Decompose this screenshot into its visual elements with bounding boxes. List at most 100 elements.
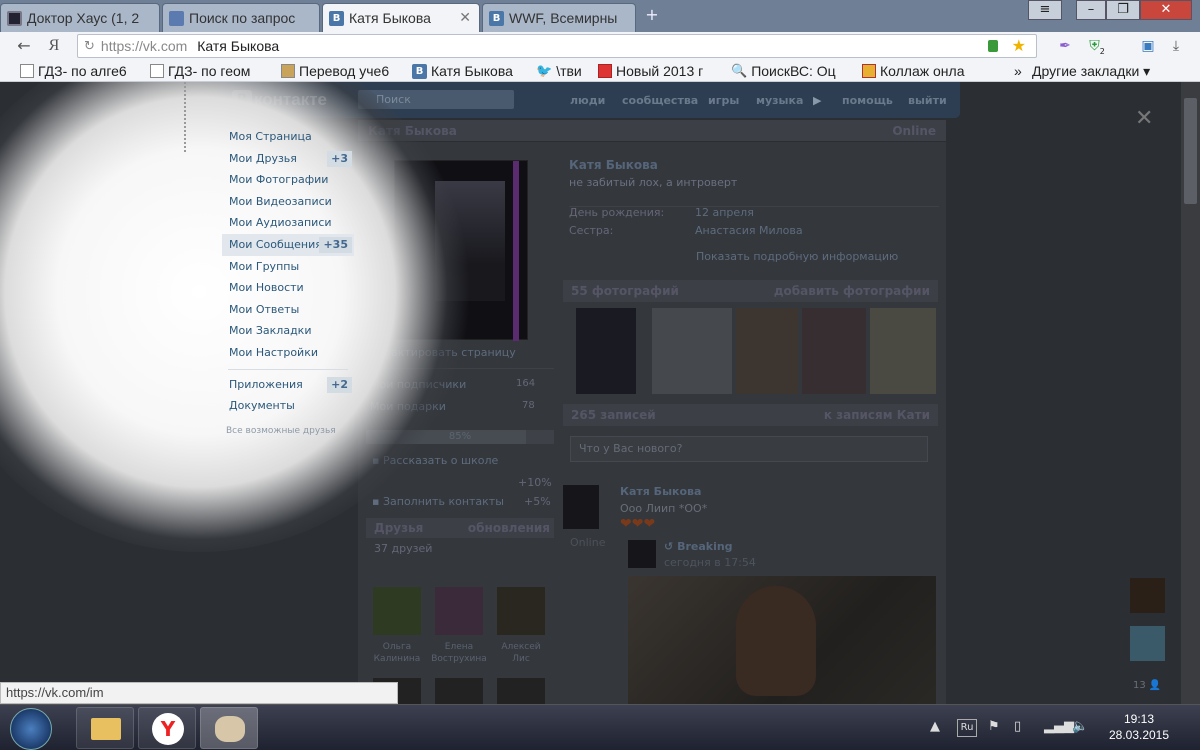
friend-name[interactable]: Елена Вострухина bbox=[427, 641, 491, 665]
tab-wwf[interactable]: В WWF, Всемирны bbox=[482, 3, 636, 32]
profile-avatar[interactable] bbox=[394, 160, 528, 341]
photo-thumb[interactable] bbox=[870, 308, 936, 394]
gifts-link[interactable]: Мои подарки bbox=[370, 400, 446, 413]
friend-avatar[interactable] bbox=[435, 678, 483, 704]
tab-search[interactable]: Поиск по запрос bbox=[162, 3, 320, 32]
signal-icon[interactable]: ▂▄▆ bbox=[1044, 719, 1074, 734]
close-window-button[interactable]: ✕ bbox=[1140, 0, 1192, 20]
profile-status[interactable]: не забитый лох, а интроверт bbox=[569, 176, 737, 189]
new-tab-button[interactable]: + bbox=[641, 6, 663, 24]
nav-people[interactable]: люди bbox=[570, 94, 605, 107]
system-clock[interactable]: 19:13 28.03.2015 bbox=[1108, 711, 1170, 743]
nav-arrow-icon[interactable]: ▶ bbox=[813, 94, 821, 107]
photo-thumb[interactable] bbox=[652, 308, 732, 394]
post-author-avatar[interactable] bbox=[563, 485, 599, 529]
sidebar-item[interactable]: Мои Аудиозаписи bbox=[222, 212, 354, 234]
nav-help[interactable]: помощь bbox=[842, 94, 893, 107]
scrollbar[interactable] bbox=[1181, 82, 1200, 704]
friend-name[interactable]: Алексей Лис bbox=[489, 641, 553, 665]
sidebar-item[interactable]: Мои Фотографии bbox=[222, 169, 354, 191]
friends-title[interactable]: Друзья bbox=[374, 521, 423, 535]
feather-icon[interactable]: ✒ bbox=[1055, 36, 1075, 56]
battery-icon[interactable]: ▯ bbox=[1014, 719, 1021, 734]
bookmark-item[interactable]: 🔍 ПоискВС: Оц bbox=[731, 62, 851, 80]
scrollbar-thumb[interactable] bbox=[1184, 98, 1197, 204]
repost-avatar[interactable] bbox=[628, 540, 656, 568]
friend-avatar[interactable] bbox=[497, 678, 545, 704]
bookmark-item[interactable]: Новый 2013 г bbox=[598, 62, 720, 80]
sidebar-item[interactable]: Мои Закладки bbox=[222, 320, 354, 342]
sidebar-item[interactable]: Мои Сообщения +35 bbox=[222, 233, 354, 256]
sidebar-item[interactable]: Мои Настройки bbox=[222, 342, 354, 364]
photo-thumb[interactable] bbox=[576, 308, 636, 394]
friend-name[interactable]: Ольга Калинина bbox=[365, 641, 429, 665]
sidebar-count-badge[interactable]: +35 bbox=[319, 236, 352, 253]
post-author[interactable]: Катя Быкова bbox=[620, 485, 701, 498]
birthday-value[interactable]: 12 апреля bbox=[695, 206, 754, 219]
volume-icon[interactable]: 🔈 bbox=[1072, 719, 1088, 734]
image-icon[interactable]: ▣ bbox=[1138, 36, 1158, 56]
nav-communities[interactable]: сообщества bbox=[622, 94, 698, 107]
minimize-button[interactable]: – bbox=[1076, 0, 1106, 20]
explorer-taskbar-button[interactable] bbox=[76, 707, 134, 749]
bookmark-item[interactable]: Коллаж онла bbox=[862, 62, 980, 80]
posts-title[interactable]: 265 записей bbox=[571, 408, 656, 422]
download-icon[interactable]: ⤓ bbox=[1166, 36, 1186, 56]
shield-icon[interactable]: ⛨2 bbox=[1087, 36, 1107, 56]
repost-image[interactable] bbox=[628, 576, 936, 704]
new-post-input[interactable]: Что у Вас нового? bbox=[570, 436, 928, 462]
friend-avatar[interactable] bbox=[435, 587, 483, 635]
tab-doctor-house[interactable]: Доктор Хаус (1, 2 bbox=[0, 3, 160, 32]
vk-logo[interactable]: В контакте bbox=[232, 90, 327, 110]
other-bookmarks-button[interactable]: Другие закладки ▾ bbox=[1028, 62, 1178, 80]
edit-page-link[interactable]: Редактировать страницу bbox=[370, 346, 516, 359]
tab-katya-bykova[interactable]: В Катя Быкова ✕ bbox=[322, 3, 480, 32]
photos-title[interactable]: 55 фотографий bbox=[571, 284, 679, 298]
sidebar-count-badge[interactable]: +3 bbox=[327, 150, 352, 167]
show-more-info-link[interactable]: Показать подробную информацию bbox=[696, 250, 898, 263]
school-link[interactable]: ▪ Рассказать о школе bbox=[372, 454, 498, 467]
add-photos-link[interactable]: добавить фотографии bbox=[774, 284, 930, 298]
posts-link[interactable]: к записям Кати bbox=[824, 408, 930, 422]
sidebar-count-badge[interactable]: +2 bbox=[327, 376, 352, 393]
close-tab-icon[interactable]: ✕ bbox=[459, 10, 471, 26]
nav-logout[interactable]: выйти bbox=[908, 94, 947, 107]
close-icon[interactable]: ✕ bbox=[1135, 106, 1153, 131]
bookmarks-more-button[interactable]: » bbox=[1010, 62, 1030, 80]
paint-taskbar-button[interactable] bbox=[200, 707, 258, 749]
friend-avatar[interactable] bbox=[497, 587, 545, 635]
nav-music[interactable]: музыка bbox=[756, 94, 803, 107]
bookmark-item[interactable]: В Катя Быкова bbox=[412, 62, 528, 80]
maximize-button[interactable]: ❐ bbox=[1106, 0, 1140, 20]
bookmark-item[interactable]: Перевод уче6 bbox=[281, 62, 403, 80]
photo-thumb[interactable] bbox=[802, 308, 866, 394]
all-friends-link[interactable]: Все возможные друзья bbox=[226, 426, 336, 436]
lock-icon[interactable] bbox=[988, 40, 998, 52]
sidebar-item[interactable]: Мои Видеозаписи bbox=[222, 191, 354, 213]
yandex-button[interactable]: Я bbox=[44, 36, 64, 56]
sidebar-item[interactable]: Приложения +2 bbox=[222, 374, 354, 396]
vk-search-input[interactable]: Поиск bbox=[358, 90, 514, 109]
reload-icon[interactable]: ↻ bbox=[84, 39, 95, 54]
address-bar[interactable]: ↻ https://vk.com Катя Быкова ★ bbox=[77, 34, 1037, 58]
sidebar-item[interactable]: Мои Ответы bbox=[222, 299, 354, 321]
contacts-link[interactable]: ▪ Заполнить контакты bbox=[372, 495, 504, 508]
menu-button[interactable]: ≡ bbox=[1028, 0, 1062, 20]
friend-avatar[interactable] bbox=[373, 587, 421, 635]
sidebar-item[interactable]: Мои Группы bbox=[222, 256, 354, 278]
bookmark-item[interactable]: 🐦 \тви bbox=[536, 62, 592, 80]
repost-source[interactable]: ↺ Breaking bbox=[664, 540, 733, 553]
subscribers-link[interactable]: Мои подписчики bbox=[370, 378, 466, 391]
flag-icon[interactable]: ⚑ bbox=[988, 719, 1000, 734]
sidebar-item[interactable]: Мои Друзья +3 bbox=[222, 148, 354, 170]
sidebar-item[interactable]: Моя Страница bbox=[222, 126, 354, 148]
back-button[interactable]: ← bbox=[14, 36, 34, 56]
sidebar-item[interactable]: Мои Новости bbox=[222, 277, 354, 299]
sister-value[interactable]: Анастасия Милова bbox=[695, 224, 803, 237]
sidebar-item[interactable]: Документы bbox=[222, 395, 354, 417]
tray-expand-icon[interactable]: ▲ bbox=[930, 719, 940, 734]
bookmark-item[interactable]: ГДЗ- по алге6 bbox=[20, 62, 146, 80]
side-thumb[interactable] bbox=[1130, 578, 1165, 613]
friends-updates-link[interactable]: обновления bbox=[468, 521, 550, 535]
windows-start-button[interactable] bbox=[10, 708, 52, 750]
